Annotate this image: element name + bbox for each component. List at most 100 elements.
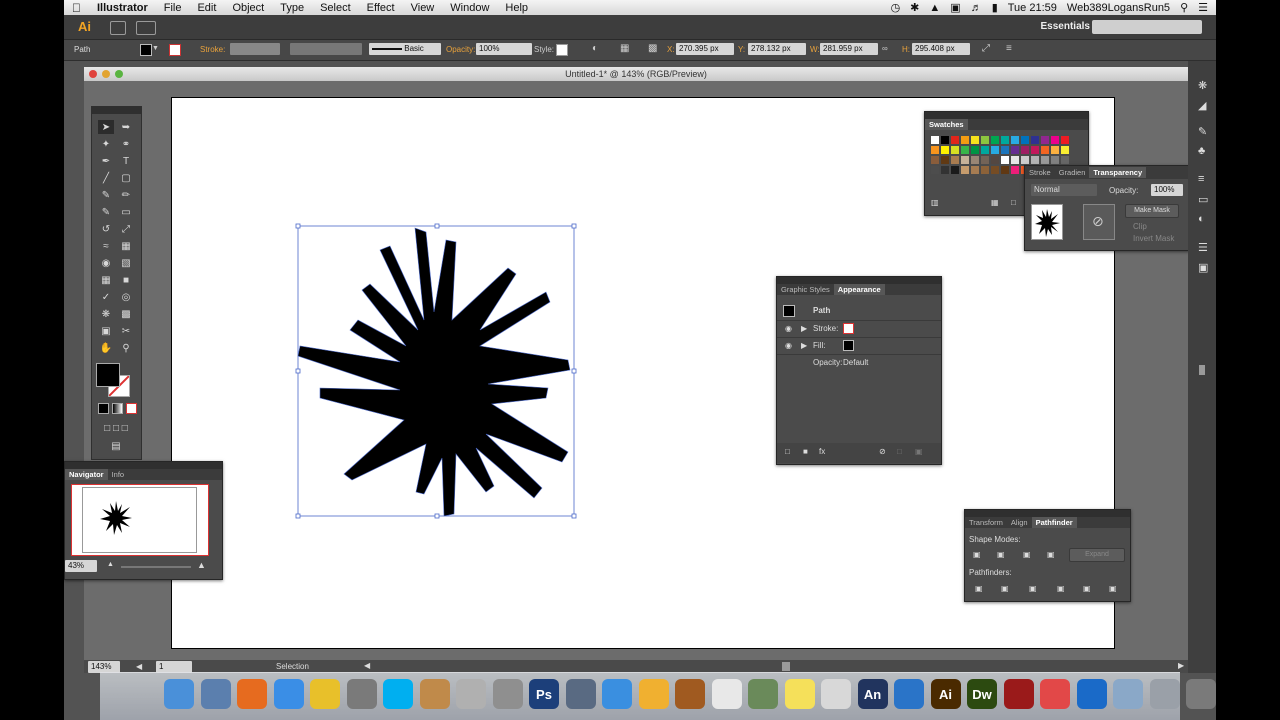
dock-skype-icon[interactable] [383, 679, 413, 709]
workspace-switcher[interactable]: Essentials [1041, 21, 1090, 32]
battery-icon[interactable]: ▮ [992, 1, 998, 14]
blob-brush-tool-icon[interactable]: ✎ [98, 205, 114, 219]
swatch[interactable] [1011, 146, 1019, 154]
divide-icon[interactable]: ▣ [975, 584, 983, 593]
dock-font-book-icon[interactable] [492, 679, 523, 709]
zoom-slider[interactable] [121, 566, 191, 568]
close-window-button[interactable] [89, 70, 97, 78]
bluetooth-icon[interactable]: ✱ [910, 1, 919, 14]
dock-downloads-icon[interactable] [1113, 679, 1143, 709]
dock-app-store-icon[interactable] [602, 679, 632, 709]
swatch[interactable] [1001, 166, 1009, 174]
tab-stroke[interactable]: Stroke [1025, 167, 1055, 178]
shape-builder-tool-icon[interactable]: ◉ [98, 256, 114, 270]
swatch-library-icon[interactable]: ▥ [931, 198, 939, 207]
menu-select[interactable]: Select [312, 2, 359, 14]
rotate-tool-icon[interactable]: ↺ [98, 222, 114, 236]
exclude-icon[interactable]: ▣ [1047, 550, 1055, 559]
dock-pixelmator-icon[interactable] [419, 679, 450, 709]
swatch[interactable] [1061, 136, 1069, 144]
swatch[interactable] [1001, 136, 1009, 144]
chevron-down-icon[interactable]: ▼ [152, 45, 159, 52]
swatch[interactable] [931, 146, 939, 154]
w-field[interactable]: 281.959 px [820, 43, 878, 55]
panel-header[interactable] [65, 462, 222, 469]
fill-black-swatch[interactable] [843, 340, 854, 351]
time-machine-icon[interactable]: ◷ [891, 1, 901, 14]
swatch[interactable] [961, 146, 969, 154]
color-guide-icon[interactable]: ❋ [1198, 79, 1207, 92]
dock-garageband-icon[interactable] [675, 679, 705, 709]
dock-grapher-icon[interactable] [748, 679, 778, 709]
transparency-opacity-field[interactable]: 100% [1151, 184, 1183, 196]
help-search-input[interactable] [1092, 20, 1202, 34]
mask-thumbnail[interactable]: ⊘ [1083, 204, 1115, 240]
dock-photo-booth-icon[interactable] [1003, 679, 1034, 709]
swatch[interactable] [991, 156, 999, 164]
swatch[interactable] [1011, 136, 1019, 144]
dock-stickies-icon[interactable] [784, 679, 815, 709]
swatch[interactable] [971, 146, 979, 154]
swatch[interactable] [1021, 156, 1029, 164]
column-graph-tool-icon[interactable]: ▩ [118, 307, 134, 321]
hand-tool-icon[interactable]: ✋ [98, 341, 114, 355]
navigator-zoom-field[interactable]: 43% [65, 560, 97, 572]
add-effect-icon[interactable]: fx [819, 447, 825, 456]
clear-appearance-icon[interactable]: ⊘ [879, 447, 886, 456]
minus-front-icon[interactable]: ▣ [997, 550, 1005, 559]
swatch[interactable] [941, 136, 949, 144]
magic-wand-tool-icon[interactable]: ✦ [98, 137, 114, 151]
swatch[interactable] [1031, 146, 1039, 154]
dock-ai-icon[interactable]: Ai [930, 679, 961, 709]
tab-gradient[interactable]: Gradien [1055, 167, 1090, 178]
visibility-eye-icon[interactable]: ◉ [785, 324, 792, 333]
brush-definition[interactable]: Basic [369, 43, 441, 55]
y-field[interactable]: 278.132 px [748, 43, 806, 55]
zoom-tool-icon[interactable]: ⚲ [118, 341, 134, 355]
opacity-label[interactable]: Opacity: [446, 45, 475, 54]
scroll-right-icon[interactable]: ▶ [1178, 661, 1184, 670]
merge-icon[interactable]: ▣ [1029, 584, 1037, 593]
dock-ps-icon[interactable]: Ps [529, 679, 559, 709]
swatch[interactable] [981, 166, 989, 174]
isolate-icon[interactable]: ≡ [1006, 43, 1012, 54]
delete-item-icon[interactable]: ▣ [915, 447, 923, 456]
zoom-out-icon[interactable]: ▲ [107, 561, 114, 568]
tab-align[interactable]: Align [1007, 517, 1032, 528]
swatch[interactable] [951, 156, 959, 164]
first-artboard-icon[interactable]: ◀ [136, 662, 142, 671]
tab-appearance[interactable]: Appearance [833, 284, 885, 295]
swatch[interactable] [951, 136, 959, 144]
selection-tool-icon[interactable]: ➤ [98, 120, 114, 134]
notifications-icon[interactable]: ☰ [1198, 1, 1208, 14]
swatch[interactable] [951, 166, 959, 174]
artboards-icon[interactable]: ▣ [1198, 261, 1208, 274]
color-icon[interactable]: ◢ [1198, 99, 1206, 112]
volume-icon[interactable]: ♬ [971, 2, 982, 14]
swatch[interactable] [1001, 146, 1009, 154]
swatch[interactable] [1011, 156, 1019, 164]
swatch[interactable] [931, 156, 939, 164]
menu-object[interactable]: Object [224, 2, 272, 14]
swatch[interactable] [1041, 136, 1049, 144]
gradient-tool-icon[interactable]: ■ [118, 273, 134, 287]
symbols-icon[interactable]: ♣ [1198, 145, 1205, 157]
crop-icon[interactable]: ▣ [1057, 584, 1065, 593]
swatch[interactable] [991, 166, 999, 174]
stroke-weight-field[interactable] [230, 43, 280, 55]
eyedropper-tool-icon[interactable]: ✓ [98, 290, 114, 304]
appearance-stroke-label[interactable]: Stroke: [813, 324, 838, 333]
swatch[interactable] [961, 136, 969, 144]
swatch[interactable] [941, 156, 949, 164]
perspective-grid-tool-icon[interactable]: ▧ [118, 256, 134, 270]
swatch[interactable] [1021, 146, 1029, 154]
menu-view[interactable]: View [403, 2, 443, 14]
invert-mask-checkbox[interactable]: Invert Mask [1133, 234, 1174, 243]
pen-tool-icon[interactable]: ✒ [98, 154, 114, 168]
user-name[interactable]: Web389LogansRun5 [1067, 2, 1170, 14]
tab-navigator[interactable]: Navigator [65, 469, 108, 480]
navigator-preview[interactable] [71, 484, 209, 556]
outline-icon[interactable]: ▣ [1083, 584, 1091, 593]
recolor-icon[interactable]: ◐ [592, 43, 598, 54]
swatch[interactable] [1061, 156, 1069, 164]
